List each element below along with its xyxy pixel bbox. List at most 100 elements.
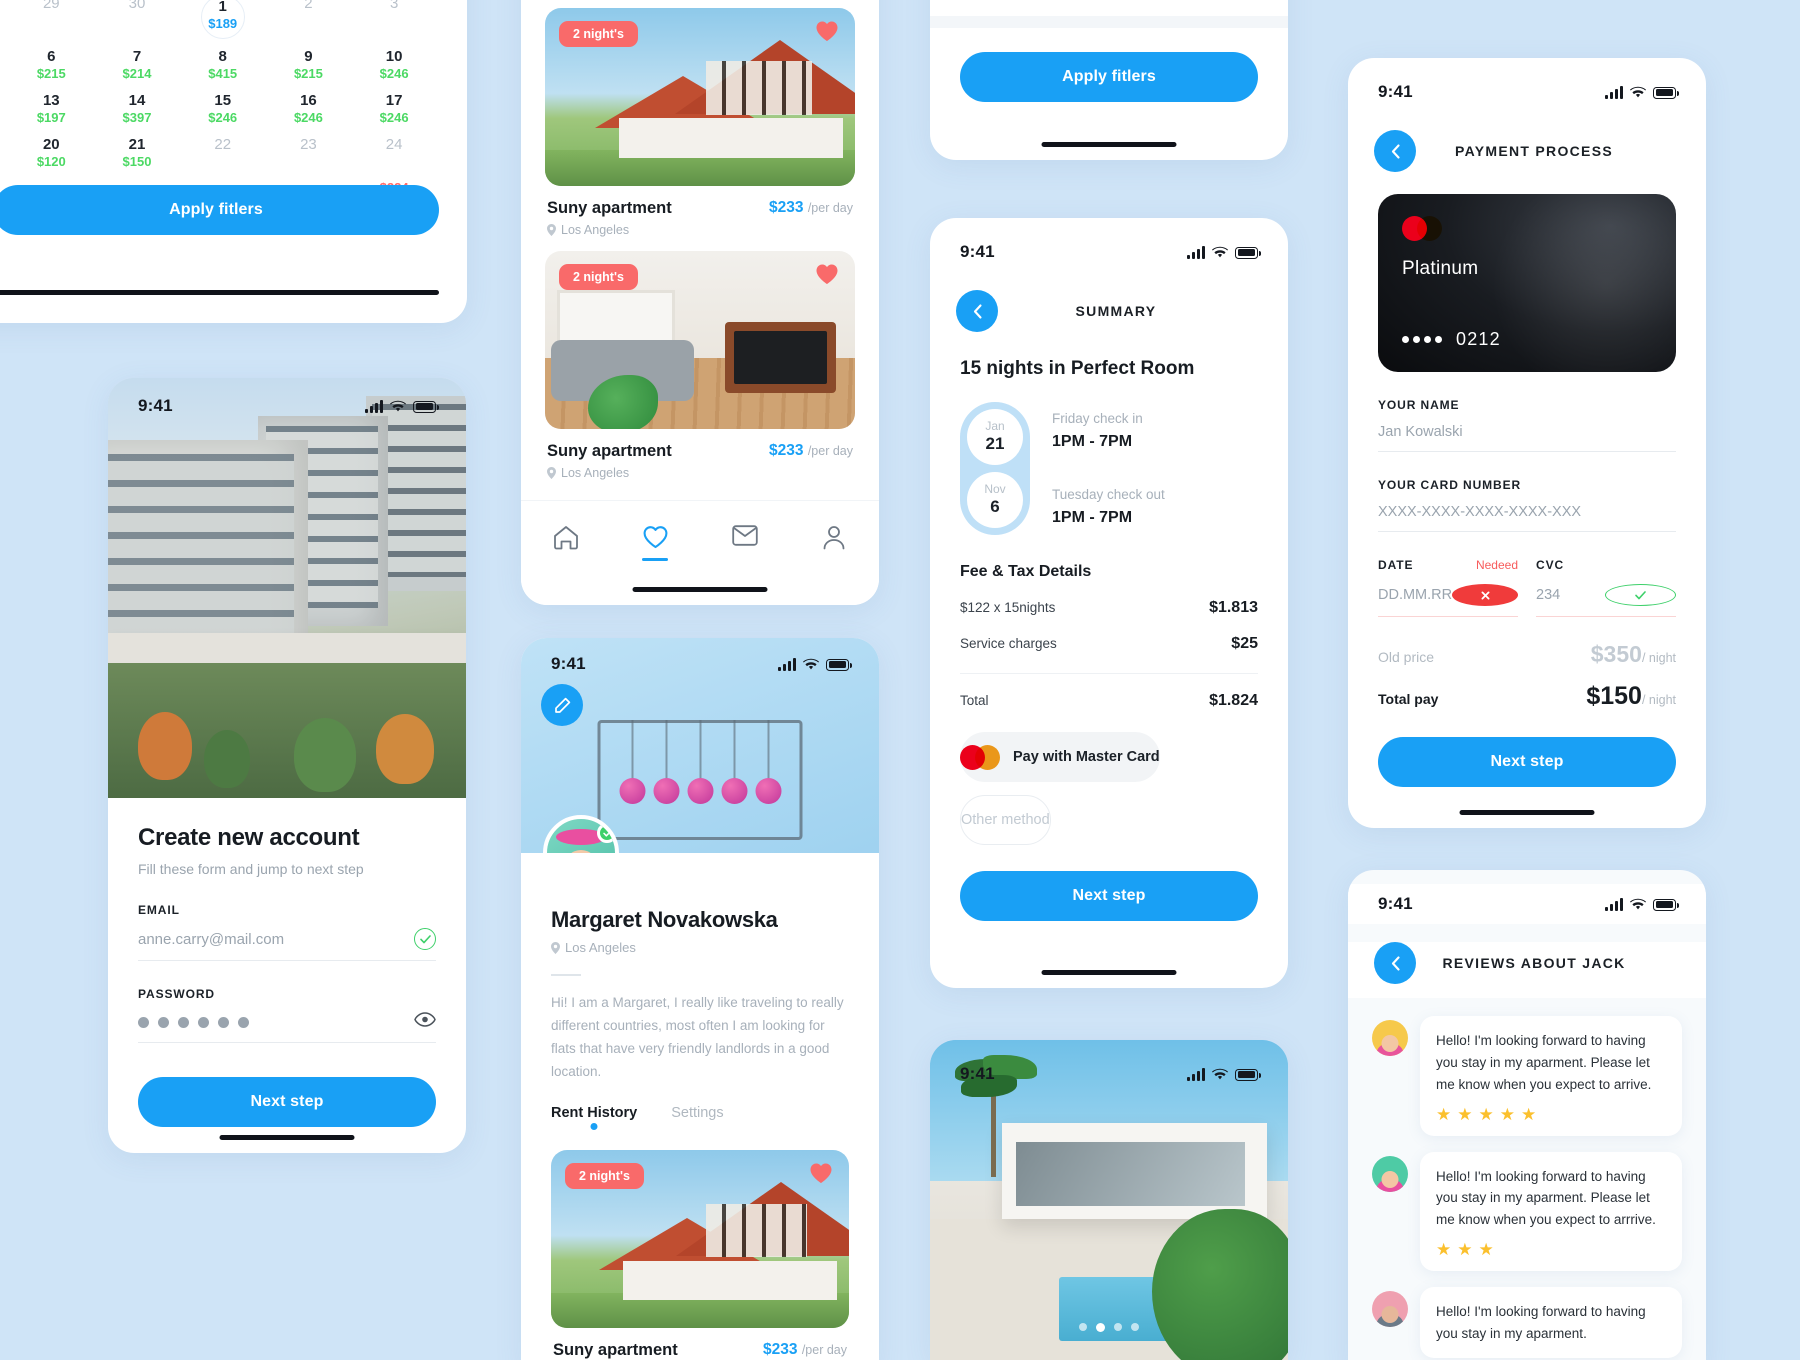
calendar-day-cell[interactable]: 1 $189 xyxy=(180,0,266,39)
home-indicator xyxy=(1459,810,1595,815)
calendar-day-cell[interactable]: 9 $215 xyxy=(266,39,352,83)
calendar-day-cell[interactable]: 22 xyxy=(180,127,266,171)
checkin-info: Friday check in 1PM - 7PM xyxy=(1052,411,1258,451)
apply-filters-button[interactable]: Apply fitlers xyxy=(0,185,439,235)
tab-home[interactable] xyxy=(521,501,611,605)
favorites-listings-screen: 2 night's Suny apartment Los Angeles $23… xyxy=(521,0,879,605)
heart-icon[interactable] xyxy=(809,1162,833,1189)
total-pay-amount: $150 xyxy=(1586,682,1642,710)
calendar-day-cell[interactable]: 16 $246 xyxy=(266,83,352,127)
carousel-dot[interactable] xyxy=(1131,1323,1139,1331)
next-step-button[interactable]: Next step xyxy=(1378,737,1676,787)
calendar-day-cell[interactable]: 23 xyxy=(266,127,352,171)
calendar-day-cell[interactable]: 29 xyxy=(8,0,94,39)
calendar-day-cell[interactable]: 14 $397 xyxy=(94,83,180,127)
back-button[interactable] xyxy=(956,290,998,332)
calendar-day-cell[interactable]: 24 xyxy=(351,127,437,171)
calendar-day-cell[interactable]: 30 xyxy=(94,0,180,39)
calendar-day-cell[interactable]: 12$197 xyxy=(0,83,8,127)
calendar-day-number: 5 xyxy=(0,48,8,65)
password-dot xyxy=(238,1016,249,1028)
listing-location-text: Los Angeles xyxy=(561,466,630,480)
credit-card-visual[interactable]: Platinum 0212 xyxy=(1378,194,1676,372)
review-bubble: Hello! I'm looking forward to having you… xyxy=(1420,1016,1682,1136)
create-account-screen: 9:41 Create new account Fill these form … xyxy=(108,378,466,1153)
chevron-left-icon xyxy=(1391,955,1400,971)
carousel-dot[interactable] xyxy=(1114,1323,1122,1331)
status-icons xyxy=(1605,897,1679,911)
next-step-button[interactable]: Next step xyxy=(138,1077,436,1127)
star-icon: ★ xyxy=(1436,1240,1452,1260)
old-price-value: $350/ night xyxy=(1591,641,1676,668)
calendar-day-number: 22 xyxy=(214,135,232,153)
card-number-field[interactable]: XXXX-XXXX-XXXX-XXXX-XXX xyxy=(1378,492,1676,532)
profile-hero: 9:41 xyxy=(521,638,879,853)
rating-stars: ★ ★ ★ xyxy=(1436,1241,1666,1258)
mastercard-icon xyxy=(1402,216,1442,241)
calendar-days-grid[interactable]: 272829301$189234$1005$1106$2157$2148$415… xyxy=(0,0,437,197)
page-title: SUMMARY xyxy=(1075,303,1157,319)
eye-icon[interactable] xyxy=(414,1012,436,1032)
heart-icon[interactable] xyxy=(815,20,839,47)
email-field-row[interactable] xyxy=(138,917,436,961)
list-item[interactable]: 2 night's Suny apartment Los Angeles xyxy=(545,8,855,251)
summary-header: SUMMARY xyxy=(930,290,1288,332)
listing-photo[interactable]: 2 night's xyxy=(545,251,855,429)
edit-profile-button[interactable] xyxy=(541,684,583,726)
calendar-day-cell[interactable]: 21 $150 xyxy=(94,127,180,171)
calendar-day-cell[interactable]: 15 $246 xyxy=(180,83,266,127)
tab-rent-history[interactable]: Rent History xyxy=(551,1105,637,1130)
calendar-day-cell[interactable]: 10 $246 xyxy=(351,39,437,83)
list-item[interactable]: 2 night's Suny apartment Los Angeles xyxy=(545,251,855,494)
profile-bio: Hi! I am a Margaret, I really like trave… xyxy=(551,994,844,1080)
fee-line-value: $25 xyxy=(1231,635,1258,652)
calendar-day-cell[interactable]: 6 $215 xyxy=(8,39,94,83)
apply-filters-button[interactable]: Apply fitlers xyxy=(960,52,1258,102)
pay-with-mastercard-button[interactable]: Pay with Master Card xyxy=(960,732,1160,782)
next-step-button[interactable]: Next step xyxy=(960,871,1258,921)
calendar-day-cell[interactable]: 3 xyxy=(351,0,437,39)
carousel-indicator[interactable] xyxy=(1079,1323,1139,1332)
battery-icon xyxy=(1235,1068,1261,1081)
calendar-day-price: $415 xyxy=(208,66,238,82)
fee-line-value: $1.813 xyxy=(1209,599,1258,616)
calendar-day-number: 13 xyxy=(42,91,60,109)
calendar-day-cell[interactable]: 8 $415 xyxy=(180,39,266,83)
checkin-time: 1PM - 7PM xyxy=(1052,432,1133,450)
cvc-field[interactable]: 234 xyxy=(1536,572,1676,617)
calendar-day-price: $189 xyxy=(208,16,238,32)
list-item[interactable]: 2 night's Suny apartment Los Angeles xyxy=(551,1150,849,1360)
star-icon: ★ xyxy=(1478,1104,1494,1124)
status-icons xyxy=(365,399,439,413)
reviews-list: Hello! I'm looking forward to having you… xyxy=(1348,998,1706,1358)
calendar-day-cell[interactable]: 19$150 xyxy=(0,127,8,171)
carousel-dot[interactable] xyxy=(1096,1323,1105,1332)
card-number-value: XXXX-XXXX-XXXX-XXXX-XXX xyxy=(1378,504,1582,520)
date-field[interactable]: DD.MM.RR xyxy=(1378,572,1518,617)
cvc-value: 234 xyxy=(1536,587,1561,603)
listing-photo[interactable]: 2 night's xyxy=(545,8,855,186)
calendar-day-cell[interactable]: 17 $246 xyxy=(351,83,437,127)
calendar-day-cell[interactable]: 13 $197 xyxy=(8,83,94,127)
error-circle-icon xyxy=(1452,584,1518,606)
back-button[interactable] xyxy=(1374,942,1416,984)
calendar-day-cell[interactable]: 2 xyxy=(266,0,352,39)
back-button[interactable] xyxy=(1374,130,1416,172)
other-method-button[interactable]: Other method xyxy=(960,795,1051,845)
listing-photo[interactable]: 2 night's xyxy=(551,1150,849,1329)
bathroom-filter-chips[interactable]: Studio2 bathroom3 bathroom4 bath xyxy=(930,0,1288,16)
heart-icon xyxy=(643,526,668,549)
calendar-day-cell[interactable]: 28 xyxy=(0,0,8,39)
heart-icon[interactable] xyxy=(815,263,839,290)
listing-price-unit: /per day xyxy=(807,444,853,458)
name-field[interactable]: Jan Kowalski xyxy=(1378,412,1676,452)
calendar-day-cell[interactable]: 5$110 xyxy=(0,39,8,83)
tab-profile[interactable] xyxy=(790,501,880,605)
password-field-row[interactable] xyxy=(138,1001,436,1043)
tab-settings[interactable]: Settings xyxy=(671,1105,723,1130)
calendar-day-cell[interactable]: 20 $120 xyxy=(8,127,94,171)
filter-chips-screen: Studio2 bathroom3 bathroom4 bath Apply f… xyxy=(930,0,1288,160)
calendar-day-cell[interactable]: 7 $214 xyxy=(94,39,180,83)
carousel-dot[interactable] xyxy=(1079,1323,1087,1331)
email-input[interactable] xyxy=(138,930,414,948)
